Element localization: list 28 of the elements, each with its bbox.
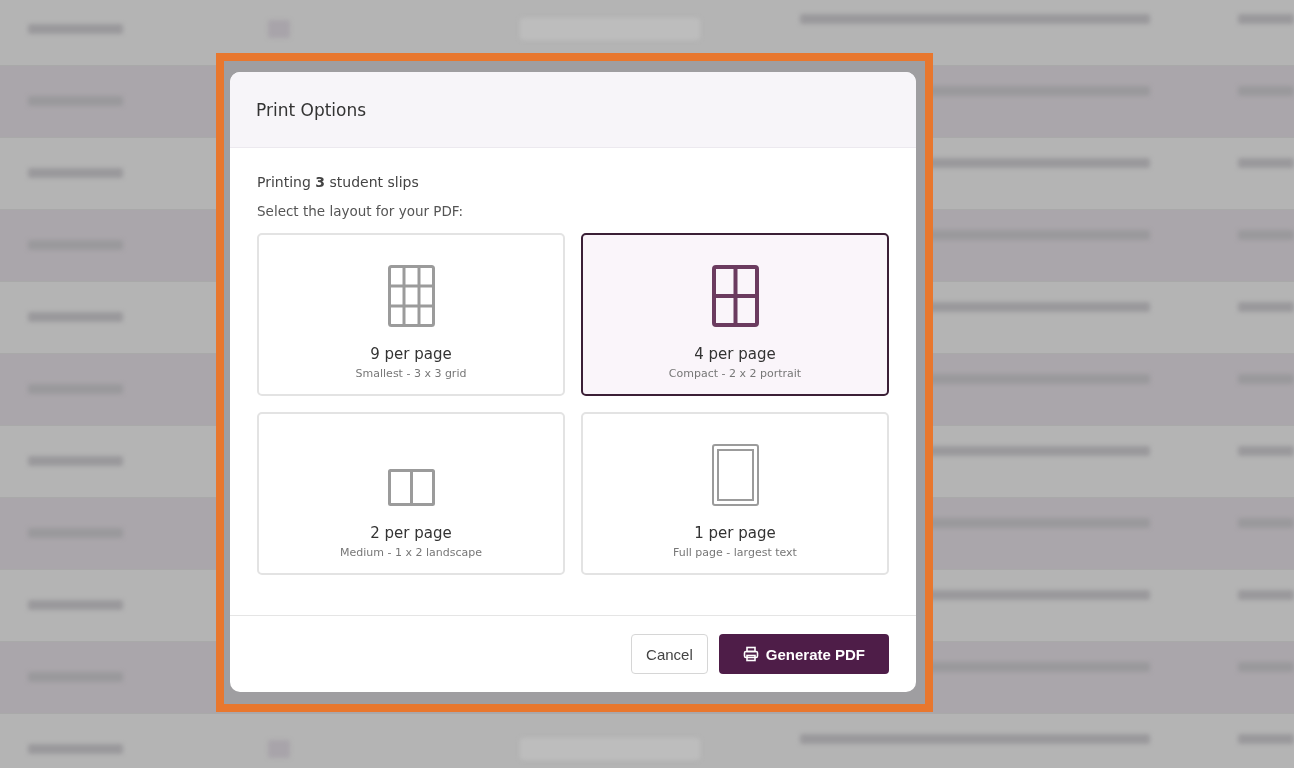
layout-option[interactable]: 2 per page Medium - 1 x 2 landscape	[257, 412, 565, 575]
grid-icon	[387, 265, 435, 327]
option-label: 1 per page	[694, 524, 776, 542]
layout-option[interactable]: 9 per page Smallest - 3 x 3 grid	[257, 233, 565, 396]
generate-pdf-button[interactable]: Generate PDF	[718, 634, 889, 674]
cancel-button[interactable]: Cancel	[631, 634, 708, 674]
blurred-text	[1238, 158, 1294, 168]
grid-icon	[711, 265, 759, 327]
option-description: Full page - largest text	[673, 546, 797, 559]
blurred-text	[1238, 590, 1294, 600]
option-label: 2 per page	[370, 524, 452, 542]
option-description: Medium - 1 x 2 landscape	[340, 546, 482, 559]
option-description: Compact - 2 x 2 portrait	[668, 367, 802, 380]
option-description: Smallest - 3 x 3 grid	[355, 367, 467, 380]
layout-option[interactable]: 4 per page Compact - 2 x 2 portrait	[581, 233, 889, 396]
printer-icon	[742, 646, 759, 662]
blurred-text	[1238, 446, 1294, 456]
columns-icon	[387, 469, 435, 506]
summary-text: Printing 3 student slips	[257, 174, 420, 190]
option-label: 9 per page	[370, 345, 452, 363]
page-icon	[711, 444, 759, 506]
layout-option[interactable]: 1 per page Full page - largest text	[581, 412, 889, 575]
prompt-text: Select the layout for your PDF:	[257, 203, 465, 219]
dialog-title: Print Options	[256, 99, 367, 120]
blurred-text	[1238, 14, 1294, 24]
option-label: 4 per page	[694, 345, 776, 363]
blurred-text	[1238, 734, 1294, 744]
blurred-text	[1238, 302, 1294, 312]
